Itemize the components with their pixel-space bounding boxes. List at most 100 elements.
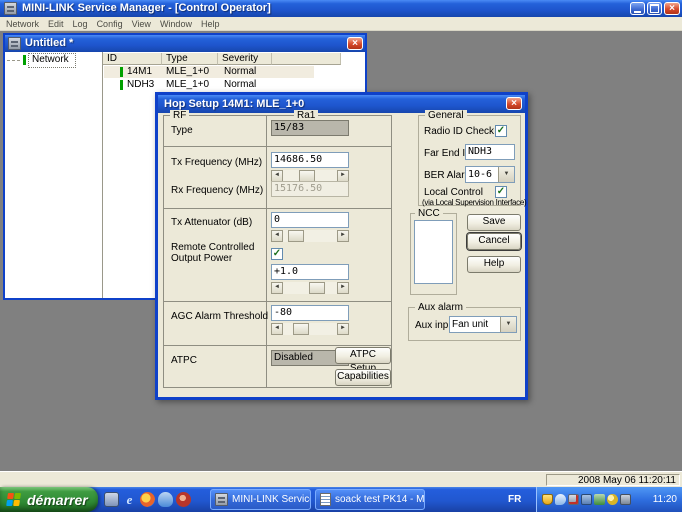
aux-input1-dropdown[interactable]: Fan unit ▼	[449, 316, 517, 333]
quicklaunch-browser-icon[interactable]	[140, 492, 155, 507]
task-label: MINI-LINK Service Ma...	[232, 494, 311, 505]
scroll-left-icon[interactable]: ◄	[271, 230, 283, 242]
messenger-icon[interactable]	[555, 494, 566, 505]
status-ok-bar	[120, 80, 123, 90]
ncc-group: NCC	[410, 213, 457, 295]
close-button[interactable]: ×	[664, 2, 680, 15]
help-button[interactable]: Help	[467, 256, 521, 273]
usb-safely-remove-icon[interactable]	[594, 494, 605, 505]
remote-controlled-label-1: Remote Controlled	[171, 242, 254, 253]
agc-threshold-scrollbar[interactable]: ◄ ►	[271, 323, 349, 335]
document-title: Untitled *	[25, 35, 73, 52]
start-button[interactable]: démarrer	[0, 487, 98, 512]
taskbar-task-document[interactable]: soack test PK14 - Mic...	[315, 489, 425, 510]
rx-frequency-field: 15176.50	[271, 181, 349, 197]
taskbar-task-minilink[interactable]: MINI-LINK Service Ma...	[210, 489, 311, 510]
scroll-right-icon[interactable]: ►	[337, 230, 349, 242]
scroll-right-icon[interactable]: ►	[337, 282, 349, 294]
key-icon[interactable]	[607, 494, 618, 505]
minimize-button[interactable]	[630, 2, 645, 15]
local-control-note: (via Local Supervision Interface)	[422, 198, 526, 207]
general-group-label: General	[425, 110, 467, 121]
scroll-thumb[interactable]	[293, 323, 309, 335]
local-control-label: Local Control	[424, 187, 483, 198]
column-header-severity[interactable]: Severity	[218, 53, 272, 65]
column-header-empty[interactable]	[272, 53, 341, 65]
dropdown-arrow-icon[interactable]: ▼	[500, 317, 516, 332]
quicklaunch-network-icon[interactable]	[158, 492, 173, 507]
radio-id-checkbox[interactable]: ✓	[495, 125, 507, 137]
radio-id-check-label: Radio ID Check	[424, 126, 494, 137]
menu-config[interactable]: Config	[97, 19, 123, 29]
type-label: Type	[171, 125, 193, 136]
tx-frequency-field[interactable]: 14686.50	[271, 152, 349, 168]
column-header-type[interactable]: Type	[162, 53, 218, 65]
row-id[interactable]: 14M1	[127, 66, 152, 78]
row-type[interactable]: MLE_1+0	[166, 66, 209, 78]
ber-alarm-value: 10-6	[466, 167, 498, 182]
check-icon: ✓	[273, 248, 281, 259]
scroll-thumb[interactable]	[288, 230, 304, 242]
quicklaunch-media-icon[interactable]	[176, 492, 191, 507]
atpc-setup-button[interactable]: ATPC Setup	[335, 347, 391, 364]
main-window-title: MINI-LINK Service Manager - [Control Ope…	[22, 0, 271, 17]
scroll-thumb[interactable]	[309, 282, 325, 294]
remote-controlled-checkbox[interactable]: ✓	[271, 248, 283, 260]
row-severity[interactable]: Normal	[224, 79, 256, 91]
row-type[interactable]: MLE_1+0	[166, 79, 209, 91]
tree-connector	[7, 60, 20, 61]
menu-view[interactable]: View	[132, 19, 151, 29]
language-indicator[interactable]: FR	[508, 487, 521, 512]
row-id[interactable]: NDH3	[127, 79, 154, 91]
tx-attenuator-scrollbar[interactable]: ◄ ►	[271, 230, 349, 242]
ber-alarm-dropdown[interactable]: 10-6 ▼	[465, 166, 515, 183]
display-settings-icon[interactable]	[620, 494, 631, 505]
menu-window[interactable]: Window	[160, 19, 192, 29]
status-datetime: 2008 May 06 11:20:11	[546, 474, 680, 486]
rx-frequency-label: Rx Frequency (MHz)	[171, 185, 263, 196]
local-control-checkbox[interactable]: ✓	[495, 186, 507, 198]
security-shield-icon[interactable]	[542, 494, 553, 505]
check-icon: ✓	[497, 125, 505, 136]
scroll-left-icon[interactable]: ◄	[271, 282, 283, 294]
menu-network[interactable]: Network	[6, 19, 39, 29]
agc-threshold-field[interactable]: -80	[271, 305, 349, 321]
tx-frequency-label: Tx Frequency (MHz)	[171, 157, 262, 168]
dual-computer-icon[interactable]	[581, 494, 592, 505]
menu-help[interactable]: Help	[201, 19, 220, 29]
row-severity[interactable]: Normal	[224, 66, 256, 78]
quicklaunch-ie-icon[interactable]: e	[122, 492, 137, 507]
ncc-listbox[interactable]	[414, 220, 453, 284]
network-disconnected-icon[interactable]	[568, 494, 579, 505]
output-power-field[interactable]: +1.0	[271, 264, 349, 280]
status-ok-bar	[120, 67, 123, 77]
scroll-left-icon[interactable]: ◄	[271, 323, 283, 335]
tree-node-network[interactable]: Network	[32, 54, 69, 66]
hop-setup-dialog: Hop Setup 14M1: MLE_1+0 × RF Ra1 Type 15…	[155, 92, 528, 400]
document-close-button[interactable]: ×	[347, 37, 363, 50]
tray-clock: 11:20	[653, 487, 677, 512]
document-icon	[8, 37, 21, 50]
menu-edit[interactable]: Edit	[48, 19, 64, 29]
screen: MINI-LINK Service Manager - [Control Ope…	[0, 0, 682, 512]
dialog-close-button[interactable]: ×	[506, 97, 522, 110]
far-end-id-field[interactable]: NDH3	[465, 144, 515, 160]
capabilities-button[interactable]: Capabilities	[335, 369, 391, 386]
close-icon: ×	[511, 99, 517, 109]
save-button[interactable]: Save	[467, 214, 521, 231]
main-titlebar: MINI-LINK Service Manager - [Control Ope…	[0, 0, 682, 17]
tx-attenuator-field[interactable]: 0	[271, 212, 349, 228]
scroll-right-icon[interactable]: ►	[337, 323, 349, 335]
dropdown-arrow-icon[interactable]: ▼	[498, 167, 514, 182]
restore-button[interactable]	[647, 2, 662, 15]
atpc-label: ATPC	[171, 355, 197, 366]
rf-group-label: RF	[170, 110, 189, 121]
type-field: 15/83	[271, 120, 349, 136]
aux-alarm-group: Aux alarm Aux input 1 Fan unit ▼	[408, 307, 521, 341]
quicklaunch-mail-icon[interactable]	[104, 492, 119, 507]
pane-divider[interactable]	[102, 52, 103, 298]
cancel-button[interactable]: Cancel	[467, 233, 521, 250]
output-power-scrollbar[interactable]: ◄ ►	[271, 282, 349, 294]
column-header-id[interactable]: ID	[103, 53, 162, 65]
menu-log[interactable]: Log	[73, 19, 88, 29]
